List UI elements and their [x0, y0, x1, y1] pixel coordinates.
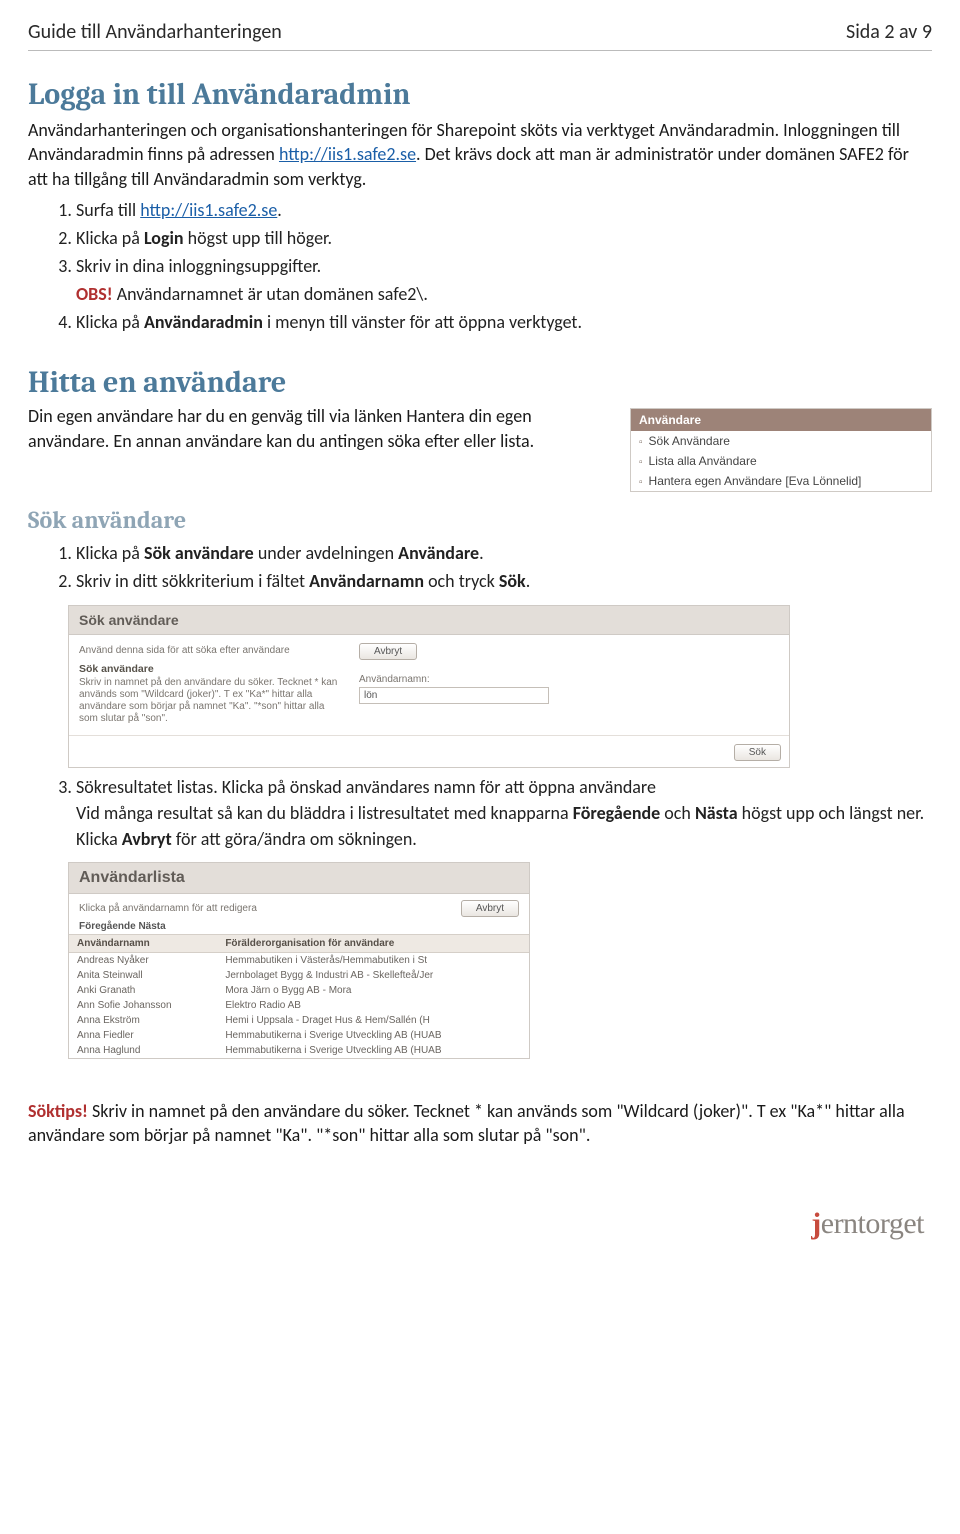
footer-logo: jerntorget: [28, 1207, 932, 1241]
cancel-button[interactable]: Avbryt: [359, 643, 417, 660]
login-step-1: Surfa till http://iis1.safe2.se.: [76, 197, 932, 223]
userlist-nav[interactable]: Föregående Nästa: [69, 919, 529, 934]
page-header: Guide till Användarhanteringen Sida 2 av…: [28, 20, 932, 51]
search-step-1: Klicka på Sök användare under avdelninge…: [76, 540, 932, 566]
logo-rest: erntorget: [821, 1207, 924, 1240]
userlist-col-org: Förälderorganisation för användare: [217, 934, 529, 952]
username-input[interactable]: [359, 687, 549, 704]
soktips-label: Söktips!: [28, 1100, 88, 1122]
search-hint-1: Använd denna sida för att söka efter anv…: [79, 645, 339, 657]
search-step-2: Skriv in ditt sökkriterium i fältet Anvä…: [76, 568, 932, 594]
sidepanel-item-own[interactable]: Hantera egen Användare [Eva Lönnelid]: [631, 471, 931, 491]
login-steps: Surfa till http://iis1.safe2.se. Klicka …: [28, 197, 932, 335]
login-step-2: Klicka på Login högst upp till höger.: [76, 225, 932, 251]
sidepanel-item-search[interactable]: Sök Användare: [631, 431, 931, 451]
sidepanel-users: Användare Sök Användare Lista alla Använ…: [630, 408, 932, 492]
table-row[interactable]: Anita SteinwallJernbolaget Bygg & Indust…: [69, 968, 529, 983]
table-row[interactable]: Anna HaglundHemmabutikerna i Sverige Utv…: [69, 1043, 529, 1058]
heading-search-user: Sök användare: [28, 506, 932, 534]
table-row[interactable]: Anki GranathMora Järn o Bygg AB - Mora: [69, 983, 529, 998]
search-steps: Klicka på Sök användare under avdelninge…: [28, 540, 932, 594]
heading-login: Logga in till Användaradmin: [28, 77, 932, 112]
search-tip: Söktips! Skriv in namnet på den användar…: [28, 1099, 932, 1148]
login-url-link[interactable]: http://iis1.safe2.se: [279, 143, 416, 165]
search-hint-2: Skriv in namnet på den användare du söke…: [79, 677, 339, 725]
header-title: Guide till Användarhanteringen: [28, 20, 282, 44]
login-intro: Användarhanteringen och organisationshan…: [28, 118, 932, 191]
search-panel: Sök användare Använd denna sida för att …: [68, 605, 790, 768]
username-label: Användarnamn:: [359, 674, 779, 685]
search-panel-title: Sök användare: [69, 606, 789, 635]
sidepanel-item-list[interactable]: Lista alla Användare: [631, 451, 931, 471]
userlist-table: Användarnamn Förälderorganisation för an…: [69, 934, 529, 1058]
table-row[interactable]: Anna EkströmHemi i Uppsala - Draget Hus …: [69, 1013, 529, 1028]
search-step-3: Sökresultatet listas. Klicka på önskad a…: [76, 774, 932, 852]
userlist-panel: Användarlista Klicka på användarnamn för…: [68, 862, 530, 1059]
search-sub: Sök användare: [79, 663, 339, 675]
find-user-intro: Din egen användare har du en genväg till…: [28, 404, 606, 453]
obs-label: OBS!: [76, 283, 113, 305]
userlist-cancel-button[interactable]: Avbryt: [461, 900, 519, 917]
step1-url-link[interactable]: http://iis1.safe2.se: [140, 199, 277, 221]
table-row[interactable]: Ann Sofie JohanssonElektro Radio AB: [69, 998, 529, 1013]
userlist-col-name: Användarnamn: [69, 934, 217, 952]
sidepanel-title: Användare: [631, 409, 931, 431]
userlist-title: Användarlista: [79, 869, 185, 887]
table-row[interactable]: Anna FiedlerHemmabutikerna i Sverige Utv…: [69, 1028, 529, 1043]
login-step-3: Skriv in dina inloggningsuppgifter. OBS!…: [76, 253, 932, 307]
login-step-4: Klicka på Användaradmin i menyn till vän…: [76, 309, 932, 335]
search-steps-cont: Sökresultatet listas. Klicka på önskad a…: [28, 774, 932, 852]
logo-j: j: [811, 1207, 821, 1240]
table-row[interactable]: Andreas NyåkerHemmabutiken i Västerås/He…: [69, 952, 529, 968]
userlist-hint: Klicka på användarnamn för att redigera: [79, 903, 257, 914]
search-button[interactable]: Sök: [734, 744, 781, 761]
header-page: Sida 2 av 9: [846, 20, 932, 44]
heading-find-user: Hitta en användare: [28, 365, 932, 400]
